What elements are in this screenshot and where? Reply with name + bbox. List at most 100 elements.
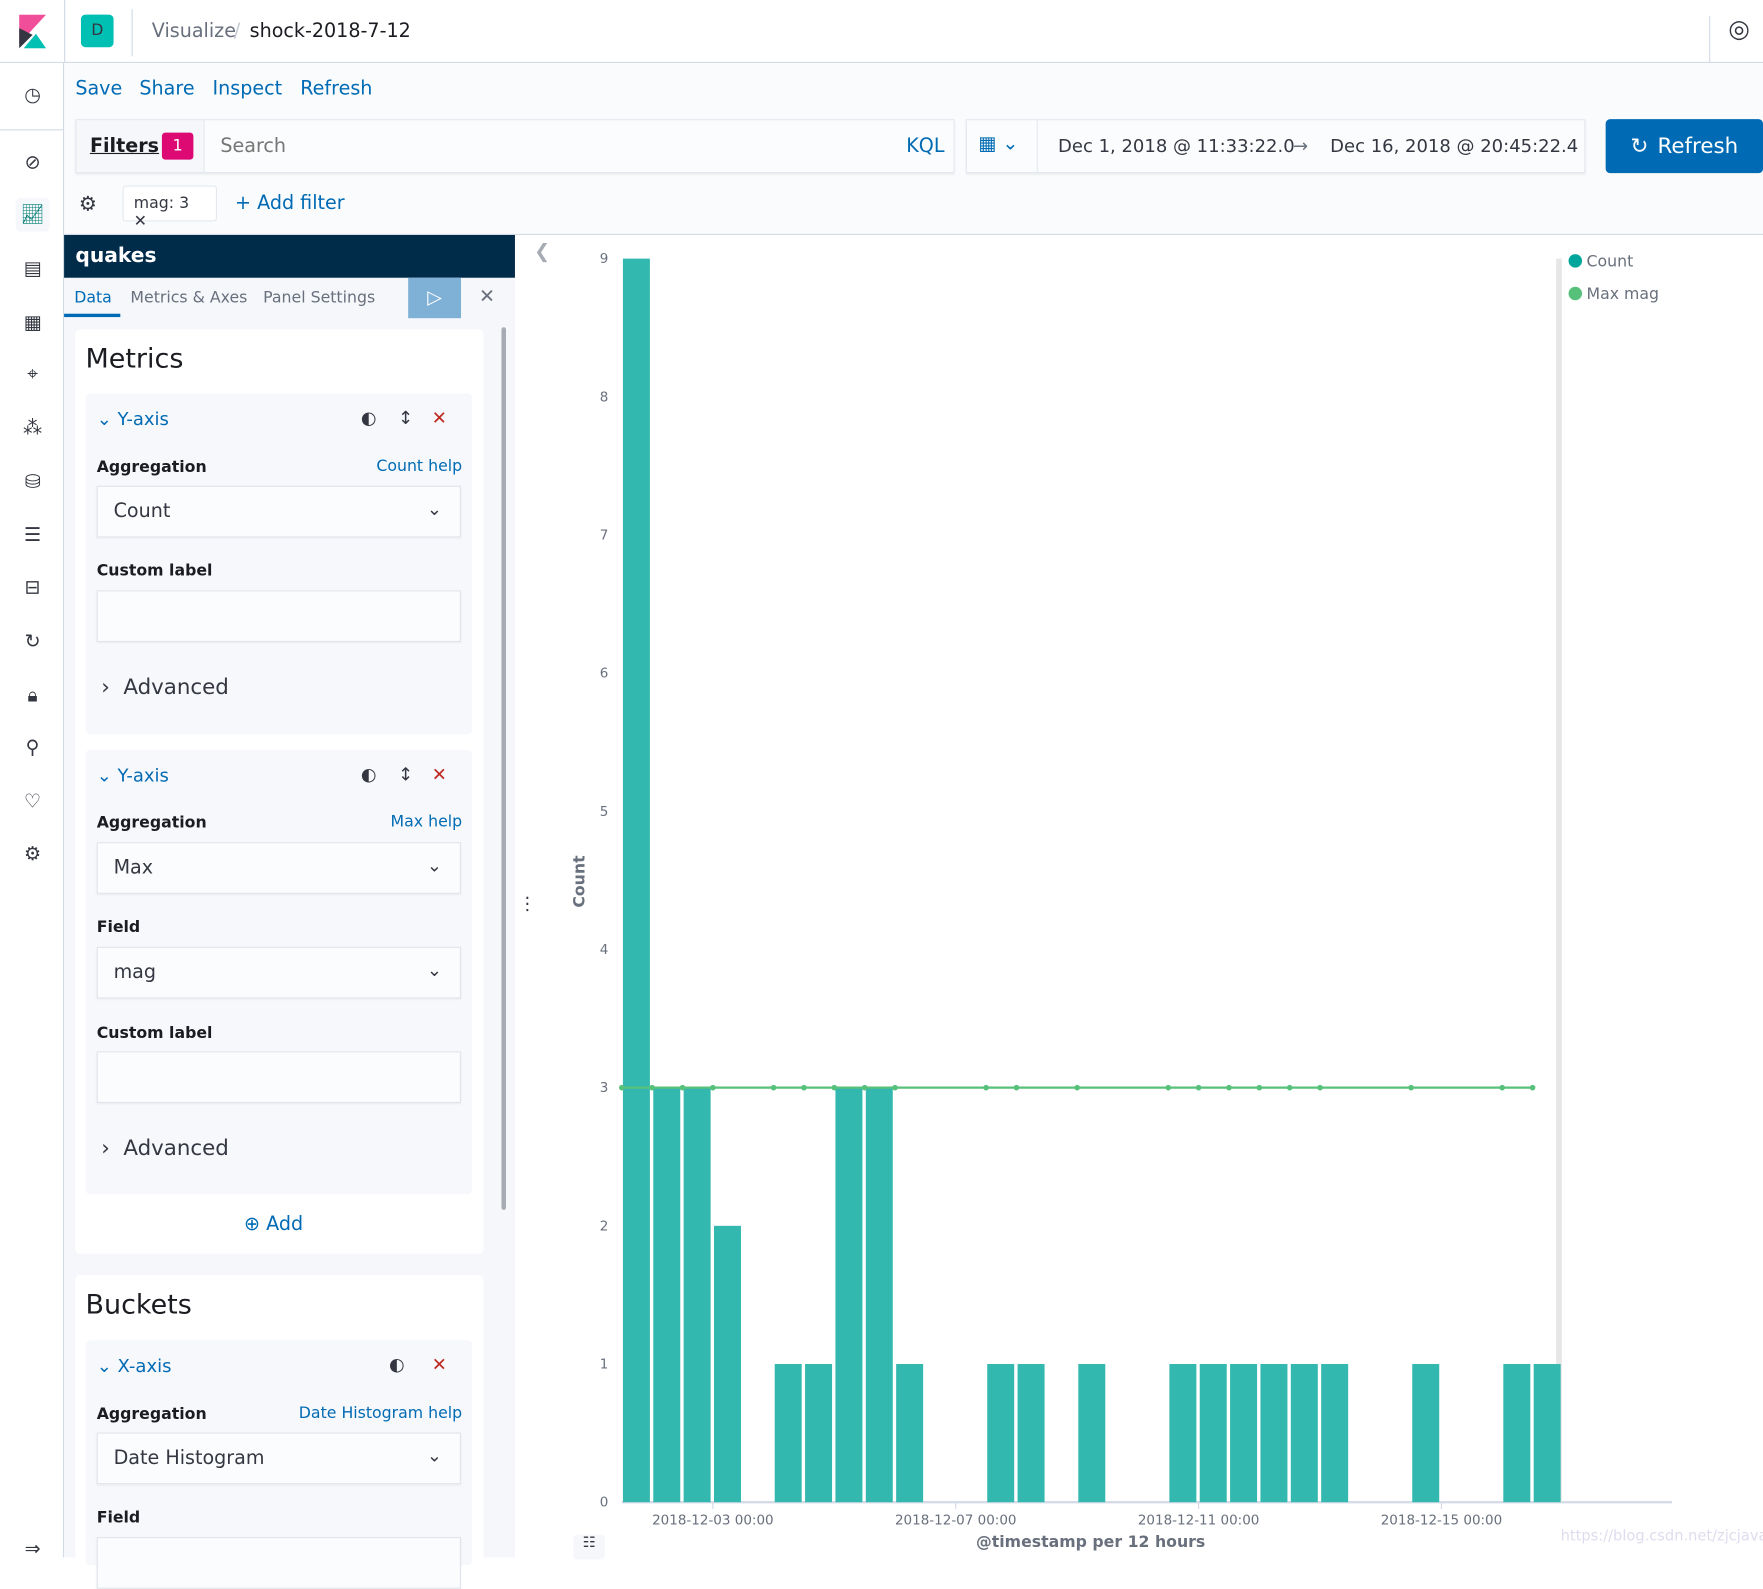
y-tick-label: 4 [600, 942, 609, 958]
aggregation-select[interactable]: Date Histogram ⌄ [96, 1432, 462, 1485]
filter-pill[interactable]: mag: 3 ✕ [122, 185, 218, 231]
discover-icon[interactable]: ⊘ [16, 146, 50, 180]
x-tick-label: 2018-12-15 00:00 [1381, 1513, 1503, 1529]
remove-bucket-icon[interactable]: ✕ [432, 1354, 447, 1375]
refresh-button[interactable]: ↻ Refresh [1605, 119, 1763, 174]
bar [1078, 1364, 1106, 1503]
remove-filter-icon[interactable]: ✕ [134, 213, 147, 231]
max-mag-point [649, 1084, 655, 1091]
calendar-icon[interactable]: ▦ ⌄ [978, 133, 1018, 155]
advanced-toggle[interactable]: › Advanced [101, 675, 229, 700]
advanced-toggle[interactable]: › Advanced [101, 1136, 229, 1161]
collapse-nav-icon[interactable]: ⇒ [16, 1533, 50, 1567]
search-input[interactable] [209, 122, 884, 170]
filters-label: Filters [89, 134, 160, 158]
ml-icon[interactable]: ⁂ [16, 412, 50, 446]
tab-metrics-axes[interactable]: Metrics & Axes [130, 289, 247, 307]
toggle-disable-icon[interactable]: ◐ [361, 407, 377, 428]
kibana-logo[interactable] [19, 14, 47, 49]
max-help-link[interactable]: Max help [391, 813, 463, 831]
y-tick-label: 9 [600, 251, 609, 267]
legend-entry[interactable]: Count [1587, 251, 1634, 270]
apm-icon[interactable]: ⊟ [16, 571, 50, 605]
remove-metric-icon[interactable]: ✕ [432, 407, 447, 428]
chevron-down-icon: ⌄ [426, 854, 442, 876]
inspect-button[interactable]: Inspect [213, 78, 283, 100]
filter-settings-gear-icon[interactable]: ⚙ [79, 192, 97, 216]
custom-label-input[interactable] [96, 1051, 462, 1104]
devtools-icon[interactable]: ⚲ [16, 731, 50, 765]
field-select[interactable]: mag ⌄ [96, 946, 462, 999]
infrastructure-icon[interactable]: ⛁ [16, 466, 50, 500]
toggle-disable-icon[interactable]: ◐ [389, 1354, 405, 1375]
monitoring-icon[interactable]: ♡ [16, 785, 50, 819]
max-mag-point [801, 1084, 807, 1091]
save-button[interactable]: Save [75, 78, 122, 100]
y-axis-title: Count [570, 855, 589, 908]
tab-panel-settings[interactable]: Panel Settings [263, 289, 375, 307]
add-filter-button[interactable]: + Add filter [235, 192, 345, 214]
x-tick-label: 2018-12-03 00:00 [652, 1513, 774, 1529]
arrow-right-icon: → [1293, 134, 1309, 157]
maps-icon[interactable]: ⌖ [16, 358, 50, 392]
max-mag-point [1499, 1084, 1506, 1091]
refresh-link[interactable]: Refresh [300, 78, 372, 100]
toggle-disable-icon[interactable]: ◐ [361, 763, 377, 784]
bar [774, 1364, 802, 1503]
custom-label-input[interactable] [96, 590, 462, 643]
filters-button[interactable]: Filters 1 [76, 120, 205, 173]
max-mag-point [1195, 1084, 1202, 1091]
bar [987, 1364, 1015, 1503]
collapse-y-axis-2[interactable]: ⌄ Y-axis [97, 765, 169, 786]
apply-changes-play-button[interactable]: ▷ [408, 277, 462, 319]
date-start[interactable]: Dec 1, 2018 @ 11:33:22.0 [1058, 135, 1295, 156]
bar [1230, 1364, 1258, 1503]
sidebar-scrollbar[interactable] [501, 327, 506, 1210]
logs-icon[interactable]: ☰ [16, 518, 50, 552]
aggregation-label: Aggregation [96, 814, 207, 833]
discard-close-icon[interactable]: ✕ [479, 286, 495, 308]
chevron-down-icon: ⌄ [426, 959, 442, 981]
breadcrumb-visualize[interactable]: Visualize [152, 20, 236, 42]
uptime-icon[interactable]: ↻ [16, 625, 50, 659]
bar [1321, 1364, 1349, 1503]
space-avatar[interactable]: D [80, 14, 114, 48]
count-help-link[interactable]: Count help [376, 458, 462, 476]
canvas-icon[interactable]: ▦ [16, 306, 50, 340]
max-mag-point [770, 1084, 777, 1091]
collapse-x-axis[interactable]: ⌄ X-axis [97, 1355, 172, 1376]
bar [896, 1364, 924, 1503]
aggregation-select[interactable]: Count ⌄ [96, 485, 462, 538]
aggregation-label: Aggregation [96, 458, 207, 477]
y-tick-label: 2 [600, 1218, 609, 1234]
kql-toggle[interactable]: KQL [906, 135, 944, 157]
recent-icon[interactable]: ◷ [16, 79, 50, 113]
bar [1290, 1364, 1318, 1503]
collapse-y-axis-1[interactable]: ⌄ Y-axis [97, 408, 169, 429]
top-header: D Visualize / shock-2018-7-12 ◎ [0, 0, 1763, 63]
date-end[interactable]: Dec 16, 2018 @ 20:45:22.4 [1330, 135, 1578, 156]
field-select[interactable] [96, 1537, 462, 1589]
y-tick-label: 5 [600, 804, 609, 820]
filter-pill-label: mag: 3 [133, 194, 190, 213]
visualize-icon[interactable]: 📈︎ [15, 197, 50, 232]
date-histogram-help-link[interactable]: Date Histogram help [299, 1404, 462, 1422]
metrics-title: Metrics [85, 342, 184, 375]
dashboard-icon[interactable]: ▤ [16, 252, 50, 286]
max-mag-point [618, 1084, 625, 1091]
legend-entry[interactable]: Max mag [1587, 284, 1660, 303]
security-icon[interactable]: 🔒︎ [16, 679, 50, 713]
share-button[interactable]: Share [139, 78, 194, 100]
aggregation-select[interactable]: Max ⌄ [96, 842, 462, 894]
y-tick-label: 8 [600, 389, 609, 405]
bar [1199, 1364, 1227, 1503]
drag-handle-icon[interactable]: ↕ [398, 407, 413, 428]
remove-metric-icon[interactable]: ✕ [432, 763, 447, 784]
help-icon[interactable]: ◎ [1728, 16, 1750, 44]
tab-data[interactable]: Data [74, 289, 112, 307]
drag-handle-icon[interactable]: ↕ [398, 763, 413, 784]
add-metric-button[interactable]: ⊕ Add [244, 1213, 303, 1235]
bar [805, 1364, 833, 1503]
max-mag-point [1226, 1084, 1232, 1091]
management-icon[interactable]: ⚙ [16, 838, 50, 872]
